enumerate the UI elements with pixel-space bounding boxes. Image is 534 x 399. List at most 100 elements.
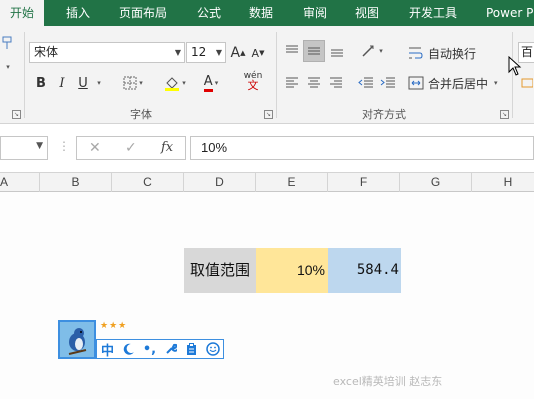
increase-indent-button[interactable] [378, 72, 398, 94]
moon-icon[interactable] [118, 340, 139, 358]
tab-home[interactable]: 开始 [0, 0, 44, 26]
tab-review[interactable]: 审阅 [303, 0, 327, 26]
ime-stars: ★★★ [100, 321, 128, 331]
group-divider [24, 32, 25, 118]
wrap-text-button[interactable]: 自动换行 [408, 42, 482, 64]
align-middle-button[interactable] [303, 40, 325, 62]
wrap-text-icon [409, 47, 423, 59]
ime-avatar[interactable] [58, 320, 96, 359]
align-bottom-button[interactable] [327, 40, 347, 62]
borders-icon [123, 76, 137, 90]
phonetic-icon: 文 [247, 79, 259, 92]
mouse-cursor-icon [508, 55, 522, 79]
font-group-label: 字体 [130, 108, 152, 121]
clipboard-launcher-icon[interactable]: ↘ [12, 110, 21, 119]
column-header-c[interactable]: C [112, 173, 184, 192]
font-size-combo[interactable]: 12 ▼ [186, 42, 226, 63]
wrench-icon[interactable] [160, 340, 181, 358]
align-top-icon [286, 45, 298, 53]
decrease-indent-button[interactable] [356, 72, 376, 94]
name-box[interactable]: ▼ [0, 136, 48, 160]
bold-button[interactable]: B [32, 72, 50, 94]
decrease-indent-icon [358, 77, 373, 88]
column-header-d[interactable]: D [184, 173, 256, 192]
cell-e-percent[interactable]: 10% [256, 248, 328, 293]
grow-font-button[interactable]: A ▲ [230, 42, 246, 64]
column-header-row: A B C D E F G H [0, 172, 534, 192]
tab-power-pivot[interactable]: Power P [486, 0, 533, 26]
align-center-icon [308, 77, 320, 88]
font-color-button[interactable]: A ▾ [196, 72, 226, 94]
formula-bar-grip-icon[interactable]: ⋮ [58, 140, 70, 152]
worksheet-grid[interactable]: 取值范围 10% 584.4 [0, 192, 534, 399]
formula-input[interactable]: 10% [190, 136, 534, 160]
clipboard-dropdown-icon[interactable]: ▾ [0, 56, 14, 78]
borders-button[interactable]: ▾ [118, 72, 148, 94]
alignment-group-label: 对齐方式 [362, 108, 406, 121]
fill-color-button[interactable]: ▾ [160, 72, 190, 94]
chevron-down-icon[interactable]: ▼ [36, 141, 43, 151]
formula-buttons: ✕ ✓ fx [76, 136, 186, 160]
bird-avatar-icon [60, 322, 94, 357]
column-header-b[interactable]: B [40, 173, 112, 192]
merge-center-label: 合并后居中 [428, 76, 489, 91]
font-color-label: A [203, 74, 213, 92]
ime-mode-button[interactable]: 中 [97, 340, 118, 359]
align-bottom-icon [331, 49, 343, 57]
alignment-launcher-icon[interactable]: ↘ [500, 110, 509, 119]
font-launcher-icon[interactable]: ↘ [264, 110, 273, 119]
align-middle-icon [308, 47, 320, 55]
phonetic-guide-button[interactable]: wén 文 [238, 70, 268, 92]
format-painter-icon[interactable] [0, 32, 14, 54]
column-header-a[interactable]: A [0, 173, 40, 192]
orientation-button[interactable]: ▾ [358, 40, 386, 62]
tab-developer[interactable]: 开发工具 [409, 0, 457, 26]
enter-icon[interactable]: ✓ [125, 137, 137, 159]
cell-d-label[interactable]: 取值范围 [184, 248, 256, 293]
column-header-g[interactable]: G [400, 173, 472, 192]
font-size-value: 12 [191, 45, 207, 59]
formula-bar: ▼ ⋮ ✕ ✓ fx 10% [0, 134, 534, 162]
cell-f-value[interactable]: 584.4 [328, 248, 401, 293]
ime-button-bar: 中 •, [96, 339, 224, 359]
ribbon-tab-bar: 开始 插入 页面布局 公式 数据 审阅 视图 开发工具 Power P [0, 0, 534, 26]
insert-function-button[interactable]: fx [161, 137, 173, 159]
align-center-button[interactable] [304, 72, 324, 94]
number-format-value: 百 [521, 45, 534, 59]
align-right-button[interactable] [326, 72, 346, 94]
grow-font-icon: A [230, 45, 241, 61]
increase-indent-icon [380, 77, 395, 88]
group-divider [276, 32, 277, 118]
tab-data[interactable]: 数据 [249, 0, 273, 26]
underline-dropdown-icon[interactable]: ▾ [92, 72, 104, 94]
column-header-f[interactable]: F [328, 173, 400, 192]
chevron-down-icon[interactable]: ▼ [216, 43, 222, 62]
column-header-e[interactable]: E [256, 173, 328, 192]
tab-formulas[interactable]: 公式 [197, 0, 221, 26]
font-name-combo[interactable]: 宋体 ▼ [29, 42, 185, 63]
clipboard-icon[interactable] [181, 340, 202, 358]
tab-page-layout[interactable]: 页面布局 [119, 0, 167, 26]
paint-bucket-icon [165, 77, 180, 91]
watermark: excel精英培训 赵志东 [333, 375, 443, 388]
shrink-font-button[interactable]: A ▼ [250, 42, 266, 64]
cancel-icon[interactable]: ✕ [89, 137, 101, 159]
wrap-text-label: 自动换行 [428, 46, 477, 61]
merge-center-button[interactable]: 合并后居中 ▾ [408, 72, 508, 94]
chevron-down-icon[interactable]: ▼ [175, 43, 181, 62]
punctuation-icon[interactable]: •, [139, 340, 160, 358]
font-name-value: 宋体 [34, 45, 59, 59]
align-left-button[interactable] [282, 72, 302, 94]
align-right-icon [330, 77, 342, 88]
italic-button[interactable]: I [55, 72, 69, 94]
underline-button[interactable]: U [75, 72, 91, 94]
align-top-button[interactable] [282, 40, 302, 62]
merge-cells-icon [408, 76, 424, 90]
currency-format-icon[interactable] [520, 72, 534, 94]
text-orientation-icon [362, 45, 374, 57]
tab-insert[interactable]: 插入 [66, 0, 90, 26]
column-header-h[interactable]: H [472, 173, 534, 192]
smiley-icon[interactable] [202, 340, 223, 358]
tab-view[interactable]: 视图 [355, 0, 379, 26]
ribbon-home: ▾ ↘ 宋体 ▼ 12 ▼ A ▲ A ▼ B I U ▾ ▾ ▾ A ▾ wén … [0, 26, 534, 124]
